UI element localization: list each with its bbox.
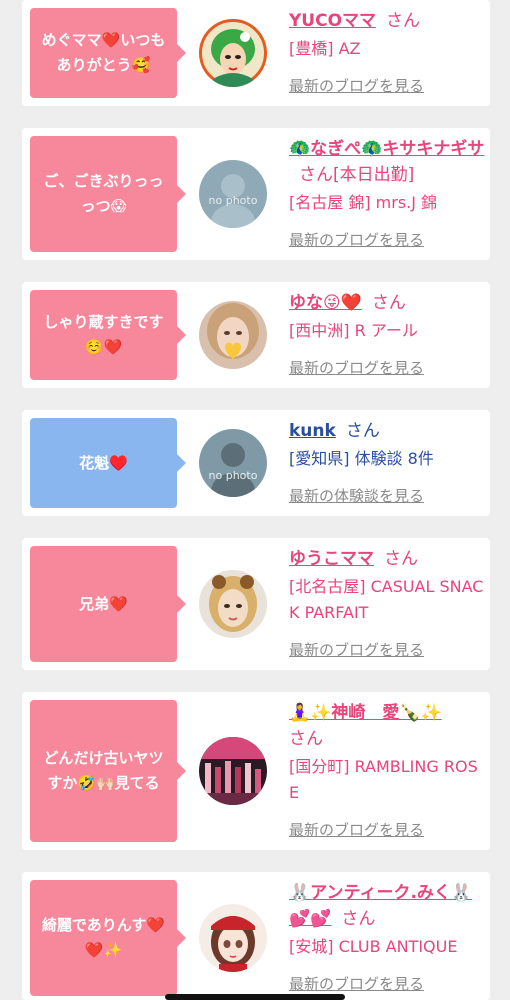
shop-info: [西中洲] R アール — [289, 321, 418, 340]
author-name-link[interactable]: 🦚なぎぺ🦚キサキナギサ — [289, 139, 484, 159]
latest-blog-link[interactable]: 最新のブログを見る — [289, 230, 424, 250]
latest-blog-link[interactable]: 最新のブログを見る — [289, 640, 424, 660]
message-bubble: ご、ごきぶりっっっつ😱 — [30, 136, 186, 252]
author-honorific: さん — [341, 909, 376, 929]
author-honorific: さん — [384, 549, 418, 569]
post-info: 🦚なぎぺ🦚キサキナギサさん[本日出勤] [名古屋 錦] mrs.J 錦 — [289, 136, 485, 216]
author-honorific: さん — [386, 11, 421, 31]
list-item: めぐママ❤️いつもありがとう🥰 YUCOママ さん [豊橋] AZ 最新のブログを… — [22, 0, 490, 106]
list-item: しゃり蔵すきです☺️❤️ ゆな😜❤️ さん [西中洲] R アール 最新のブログを… — [22, 282, 490, 388]
avatar[interactable]: no photo — [199, 160, 267, 228]
home-indicator[interactable] — [165, 994, 345, 1000]
latest-review-link[interactable]: 最新の体験談を見る — [289, 486, 424, 506]
post-info: ゆな😜❤️ さん [西中洲] R アール — [289, 290, 485, 344]
author-honorific: さん[本日出勤] — [299, 165, 415, 185]
author-honorific: さん — [345, 421, 380, 441]
avatar[interactable] — [199, 301, 267, 369]
author-line: ゆうこママ さん — [289, 546, 485, 572]
shop-info: [安城] CLUB ANTIQUE — [289, 937, 458, 956]
avatar[interactable] — [199, 570, 267, 638]
post-info: 🧘‍♀️✨神崎 愛🍾✨ さん [国分町] RAMBLING ROSE — [289, 700, 485, 806]
list-item: どんだけ古いヤツすか🤣🙌🏻見てる 🧘‍♀️✨神崎 愛🍾✨ さん [国分町] RAM… — [22, 692, 490, 850]
experience-info: [愛知県] 体験談 8件 — [289, 449, 434, 468]
author-name-link[interactable]: ゆうこママ — [289, 549, 374, 569]
latest-blog-link[interactable]: 最新のブログを見る — [289, 974, 424, 994]
shop-info: [名古屋 錦] mrs.J 錦 — [289, 193, 438, 212]
author-honorific: さん — [289, 729, 323, 749]
latest-blog-link[interactable]: 最新のブログを見る — [289, 76, 424, 96]
list-item: ご、ごきぶりっっっつ😱 no photo 🦚なぎぺ🦚キサキナギサさん[本日出勤]… — [22, 128, 490, 260]
list-item: 兄弟❤️ ゆうこママ さん [北名古屋] CASUAL SNACK PARFAIT… — [22, 538, 490, 670]
post-info: 🐰アンティーク.みく🐰💕💕 さん [安城] CLUB ANTIQUE — [289, 880, 485, 960]
author-line: YUCOママ さん — [289, 8, 485, 34]
author-line: ゆな😜❤️ さん — [289, 290, 485, 316]
post-info: YUCOママ さん [豊橋] AZ — [289, 8, 485, 62]
author-name-link[interactable]: 🐰アンティーク.みく🐰💕💕 — [289, 883, 472, 929]
list-item: 綺麗でありんす❤️❤️✨ 🐰アンティーク.みく🐰💕💕 さん [安城] CLUB A… — [22, 872, 490, 1000]
author-name-link[interactable]: YUCOママ — [289, 11, 376, 31]
message-bubble: 花魁♥️ — [30, 418, 186, 508]
author-line: 🧘‍♀️✨神崎 愛🍾✨ さん — [289, 700, 485, 752]
shop-info: [北名古屋] CASUAL SNACK PARFAIT — [289, 577, 484, 622]
author-honorific: さん — [371, 293, 406, 313]
post-info: kunk さん [愛知県] 体験談 8件 — [289, 418, 485, 472]
message-bubble: 兄弟❤️ — [30, 546, 186, 662]
latest-blog-link[interactable]: 最新のブログを見る — [289, 358, 424, 378]
shop-info: [国分町] RAMBLING ROSE — [289, 757, 478, 802]
avatar[interactable]: no photo — [199, 429, 267, 497]
list-item: 花魁♥️ no photo kunk さん [愛知県] 体験談 8件 最新の体験談… — [22, 410, 490, 516]
message-bubble: どんだけ古いヤツすか🤣🙌🏻見てる — [30, 700, 186, 842]
message-bubble: めぐママ❤️いつもありがとう🥰 — [30, 8, 186, 98]
message-bubble: しゃり蔵すきです☺️❤️ — [30, 290, 186, 380]
author-name-link[interactable]: kunk — [289, 421, 336, 441]
author-line: kunk さん — [289, 418, 485, 444]
no-photo-text: no photo — [209, 469, 258, 482]
message-bubble: 綺麗でありんす❤️❤️✨ — [30, 880, 186, 996]
avatar[interactable] — [199, 904, 267, 972]
avatar[interactable] — [199, 737, 267, 805]
author-line: 🐰アンティーク.みく🐰💕💕 さん — [289, 880, 485, 932]
shop-info: [豊橋] AZ — [289, 39, 361, 58]
latest-blog-link[interactable]: 最新のブログを見る — [289, 820, 424, 840]
author-line: 🦚なぎぺ🦚キサキナギサさん[本日出勤] — [289, 136, 485, 188]
author-name-link[interactable]: 🧘‍♀️✨神崎 愛🍾✨ — [289, 703, 442, 723]
post-info: ゆうこママ さん [北名古屋] CASUAL SNACK PARFAIT — [289, 546, 485, 626]
no-photo-text: no photo — [209, 194, 258, 207]
avatar[interactable] — [199, 19, 267, 87]
author-name-link[interactable]: ゆな😜❤️ — [289, 293, 362, 313]
